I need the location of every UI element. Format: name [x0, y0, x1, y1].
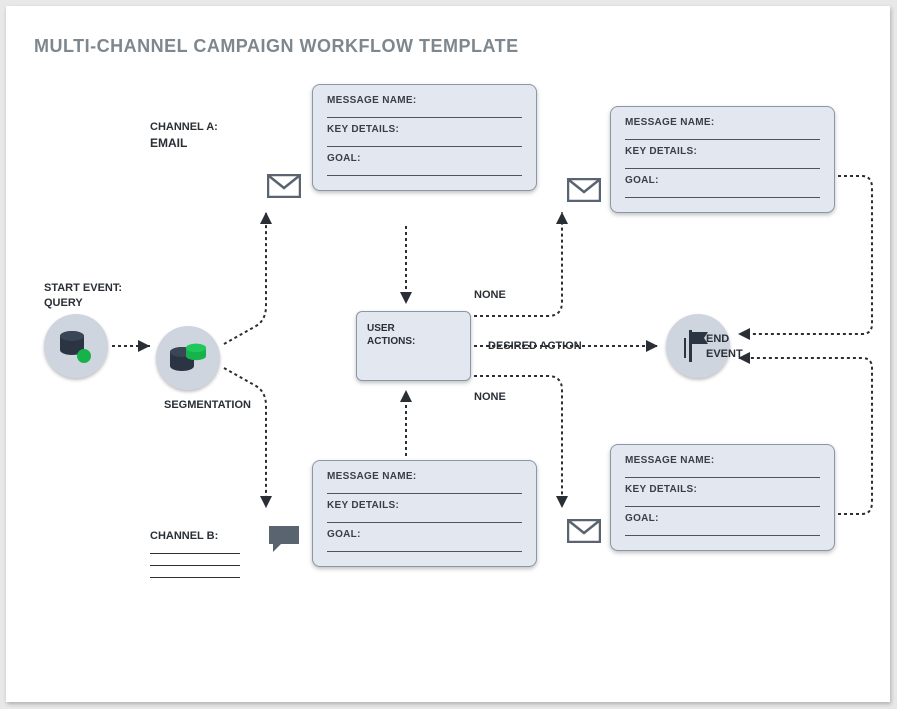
msg-d-name-label: MESSAGE NAME:: [625, 455, 820, 466]
msg-a-name-label: MESSAGE NAME:: [327, 95, 522, 106]
user-actions-node: USER ACTIONS:: [356, 311, 471, 381]
blank-line: [327, 106, 522, 118]
diagram-canvas: MULTI-CHANNEL CAMPAIGN WORKFLOW TEMPLATE…: [6, 6, 890, 702]
envelope-icon-c: [567, 178, 601, 202]
envelope-icon-a: [267, 174, 301, 198]
msg-a-goal-label: GOAL:: [327, 153, 522, 164]
query-text: QUERY: [44, 297, 83, 309]
msg-a-details-label: KEY DETAILS:: [327, 124, 522, 135]
blank-line: [625, 466, 820, 478]
blank-line: [625, 524, 820, 536]
message-box-a: MESSAGE NAME: KEY DETAILS: GOAL:: [312, 84, 537, 191]
msg-d-goal-label: GOAL:: [625, 513, 820, 524]
blank-line: [625, 157, 820, 169]
msg-b-details-label: KEY DETAILS:: [327, 500, 522, 511]
page-title: MULTI-CHANNEL CAMPAIGN WORKFLOW TEMPLATE: [34, 36, 519, 57]
email-text: EMAIL: [150, 136, 187, 150]
msg-c-details-label: KEY DETAILS:: [625, 146, 820, 157]
user-actions-text: USER ACTIONS:: [367, 322, 460, 348]
start-event-text: START EVENT:: [44, 282, 122, 294]
blank-line: [327, 482, 522, 494]
blank-line: [327, 164, 522, 176]
start-event-node: [44, 314, 108, 378]
blank-line: [625, 186, 820, 198]
start-event-label: START EVENT: QUERY: [44, 281, 122, 311]
blank-line: [327, 135, 522, 147]
end-event-label: END EVENT: [706, 332, 743, 362]
blank-line: [625, 128, 820, 140]
chat-icon: [267, 524, 301, 554]
segmentation-node: [156, 326, 220, 390]
database-icon: [56, 326, 96, 366]
edge-none-top: NONE: [474, 288, 506, 303]
envelope-icon-d: [567, 519, 601, 543]
channel-a-text: CHANNEL A:: [150, 121, 218, 133]
msg-d-details-label: KEY DETAILS:: [625, 484, 820, 495]
channel-b-blank-lines: [150, 542, 240, 578]
blank-line: [327, 511, 522, 523]
blank-line: [327, 540, 522, 552]
msg-b-name-label: MESSAGE NAME:: [327, 471, 522, 482]
msg-c-name-label: MESSAGE NAME:: [625, 117, 820, 128]
msg-b-goal-label: GOAL:: [327, 529, 522, 540]
message-box-c: MESSAGE NAME: KEY DETAILS: GOAL:: [610, 106, 835, 213]
edge-desired-action: DESIRED ACTION: [488, 339, 582, 354]
msg-c-goal-label: GOAL:: [625, 175, 820, 186]
message-box-b: MESSAGE NAME: KEY DETAILS: GOAL:: [312, 460, 537, 567]
message-box-d: MESSAGE NAME: KEY DETAILS: GOAL:: [610, 444, 835, 551]
blank-line: [625, 495, 820, 507]
segmentation-label: SEGMENTATION: [164, 398, 251, 413]
channel-a-label: CHANNEL A: EMAIL: [150, 120, 218, 152]
edge-none-bottom: NONE: [474, 390, 506, 405]
segmentation-icon: [166, 336, 210, 380]
